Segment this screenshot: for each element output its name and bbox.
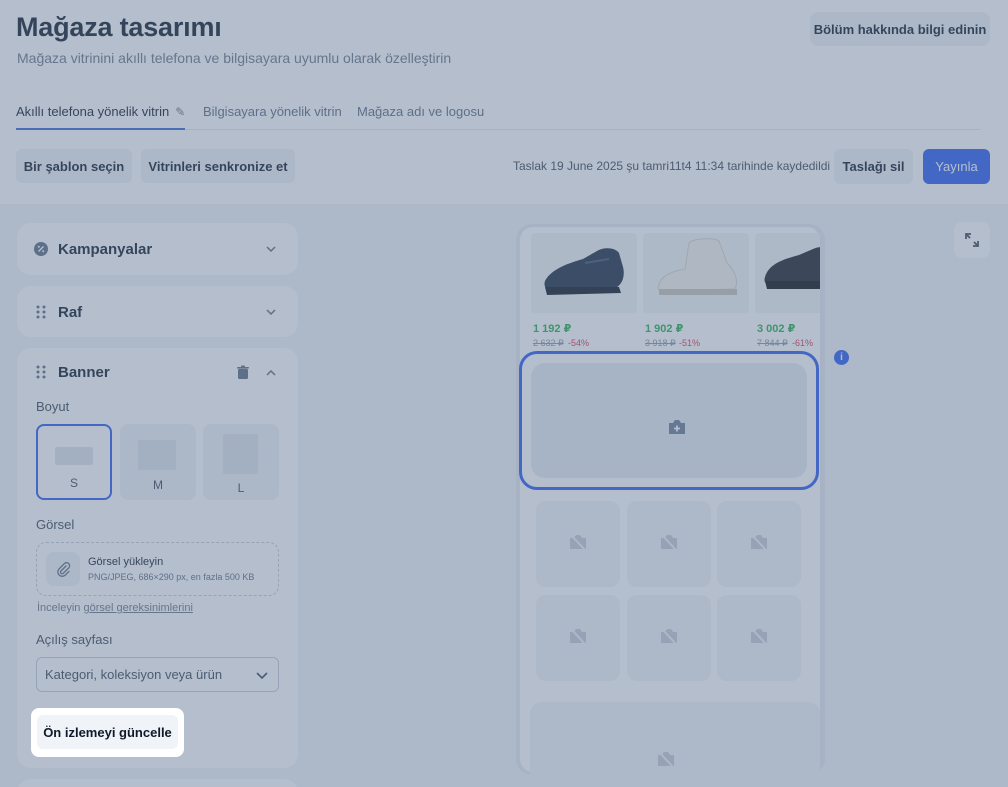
chevron-down-icon [256,672,268,680]
requirements-prefix: İnceleyin [37,602,81,614]
publish-button[interactable]: Yayınla [923,149,990,184]
drag-handle-icon[interactable] [33,304,49,320]
section-raf[interactable]: Raf [17,286,298,337]
expand-preview-button[interactable] [954,222,990,258]
requirements-note: İnceleyin görsel gereksinimlerini [37,602,193,614]
landing-page-label: Açılış sayfası [36,632,113,647]
size-option-m[interactable]: M [120,424,196,500]
size-label-l: L [237,481,245,495]
no-photo-icon [751,534,767,551]
product-image [643,233,749,313]
landing-page-select[interactable]: Kategori, koleksiyon veya ürün [36,657,279,692]
product-tile-placeholder [717,595,801,681]
section-title: Raf [58,303,83,321]
product-tile-placeholder [627,501,711,587]
smartphone-preview: 1 192 ₽ 2 632 ₽ -54% 1 902 ₽ 3 918 ₽ -51… [516,224,825,775]
tab-smartphone-storefront[interactable]: Akıllı telefona yönelik vitrin ✎ [16,104,186,130]
product-price: 1 192 ₽ [533,323,572,335]
update-preview-button[interactable]: Ön izlemeyi güncelle [37,715,178,749]
product-tile-placeholder [536,501,620,587]
section-header: Kampanyalar [33,223,152,275]
no-photo-icon [570,628,586,645]
product-price: 1 902 ₽ [645,323,684,335]
paperclip-icon [46,552,80,586]
size-preview-shape [55,447,93,465]
section-header: Raf [33,286,82,338]
product-old-price: 3 918 ₽ [645,338,676,348]
trash-icon[interactable] [236,365,250,380]
page-header: Mağaza tasarımı Mağaza vitrinini akıllı … [0,0,1008,204]
chevron-up-icon[interactable] [266,368,276,378]
product-discount: -51% [679,338,701,348]
product-price: 3 002 ₽ [757,323,796,335]
pencil-icon: ✎ [175,105,186,119]
product-image [755,233,820,313]
size-preview-shape [223,434,258,474]
expand-icon [965,233,979,247]
product-tile-placeholder [717,501,801,587]
no-photo-icon [570,534,586,551]
product-image [531,233,637,313]
learn-about-section-button[interactable]: Bölüm hakkında bilgi edinin [810,12,990,46]
size-preview-shape [138,440,176,470]
section-title: Banner [58,363,110,381]
section-title: Kampanyalar [58,240,153,258]
product-tile-placeholder [536,595,620,681]
tab-desktop-storefront[interactable]: Bilgisayara yönelik vitrin [203,104,342,130]
banner-placeholder[interactable] [519,351,819,490]
image-upload-dropzone[interactable]: Görsel yükleyin PNG/JPEG, 686×290 px, en… [36,542,279,596]
upload-hint: PNG/JPEG, 686×290 px, en fazla 500 KB [88,572,255,582]
drag-handle-icon[interactable] [33,364,49,380]
page-subtitle: Mağaza vitrinini akıllı telefona ve bilg… [17,50,452,66]
section-banner: Banner Boyut S M L Görsel Görsel yükleyi… [17,348,298,768]
preview-screen: 1 192 ₽ 2 632 ₽ -54% 1 902 ₽ 3 918 ₽ -51… [520,227,820,772]
no-photo-icon [751,628,767,645]
product-tile-placeholder [627,595,711,681]
product-discount: -54% [568,338,590,348]
size-label: Boyut [36,399,70,414]
info-icon[interactable]: i [834,350,849,365]
sync-storefronts-button[interactable]: Vitrinleri senkronize et [141,149,295,183]
banner-image-area [531,363,807,478]
size-option-s[interactable]: S [36,424,112,500]
chevron-down-icon[interactable] [266,244,276,254]
choose-template-button[interactable]: Bir şablon seçin [16,149,132,183]
tab-store-name-logo[interactable]: Mağaza adı ve logosu [357,104,484,130]
no-photo-icon [658,751,674,768]
product-discount: -61% [792,338,814,348]
tab-label: Akıllı telefona yönelik vitrin [16,104,170,119]
chevron-down-icon[interactable] [266,307,276,317]
page-title: Mağaza tasarımı [16,12,222,42]
add-photo-icon [669,420,685,434]
section-kampanyalar[interactable]: Kampanyalar [17,223,298,275]
no-photo-icon [661,628,677,645]
section-next[interactable] [17,779,298,787]
size-label-s: S [69,476,78,490]
requirements-link[interactable]: görsel gereksinimlerini [83,602,192,614]
size-label-m: M [153,478,163,492]
tab-bar: Akıllı telefona yönelik vitrin ✎ Bilgisay… [16,98,980,130]
section-placeholder [530,702,820,787]
section-header[interactable]: Banner [33,348,110,396]
draft-status: Taslak 19 June 2025 şu tamri11t4 11:34 t… [513,159,831,173]
upload-title: Görsel yükleyin [88,556,164,568]
no-photo-icon [661,534,677,551]
landing-page-placeholder: Kategori, koleksiyon veya ürün [45,667,223,682]
badge-percent-icon [33,241,49,257]
size-option-l[interactable]: L [203,424,279,500]
delete-draft-button[interactable]: Taslağı sil [834,149,913,184]
spotlight-highlight: Ön izlemeyi güncelle [31,708,184,757]
product-old-price: 7 844 ₽ [757,338,788,348]
product-old-price: 2 632 ₽ [533,338,564,348]
image-label: Görsel [36,517,75,532]
